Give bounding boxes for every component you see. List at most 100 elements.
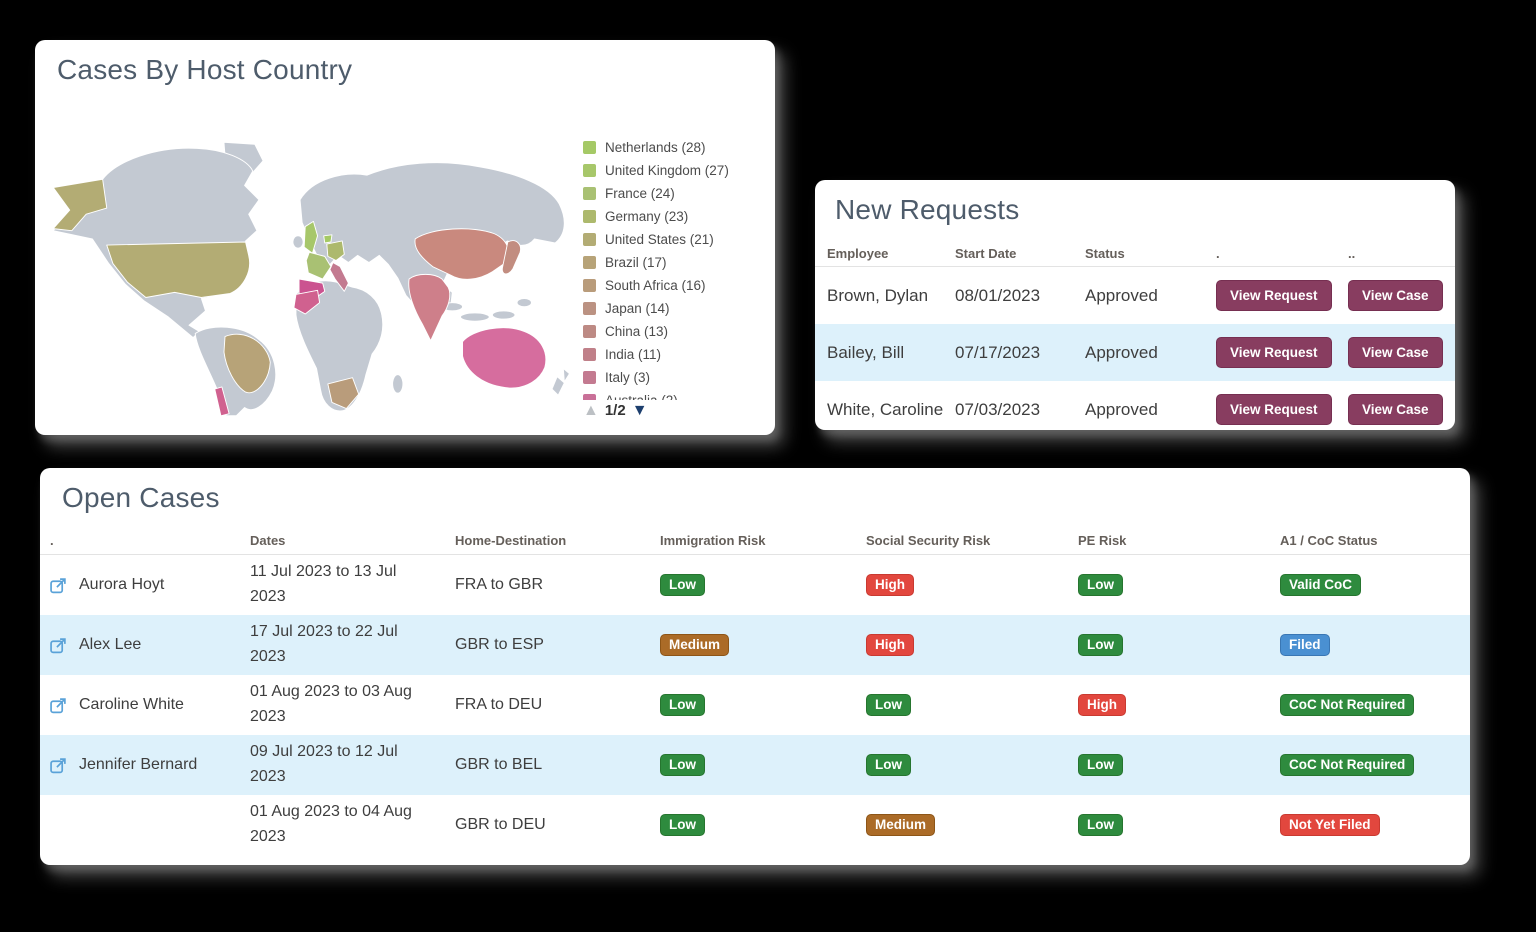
legend-item: France (24) (583, 182, 765, 205)
external-link-icon[interactable] (50, 577, 67, 594)
page-down-icon[interactable]: ▼ (632, 403, 648, 419)
social-security-risk-badge: Low (866, 694, 911, 716)
legend-label: Germany (23) (605, 209, 688, 224)
legend-swatch (583, 164, 596, 177)
status-text: Approved (1085, 343, 1216, 363)
map-country-india (409, 274, 450, 340)
social-security-risk-badge: High (866, 574, 914, 596)
open-cases-title: Open Cases (40, 468, 1470, 514)
map-region-newguinea (492, 311, 515, 319)
new-requests-title: New Requests (815, 180, 1455, 226)
column-header-employee: Employee (827, 246, 955, 261)
legend-swatch (583, 371, 596, 384)
case-name: Alex Lee (79, 636, 141, 654)
social-security-risk-badge: High (866, 634, 914, 656)
case-dates: 09 Jul 2023 to 12 Jul 2023 (250, 740, 428, 790)
legend-label: China (13) (605, 324, 668, 339)
table-row: 01 Aug 2023 to 04 Aug 2023 GBR to DEU Lo… (40, 795, 1470, 855)
open-cases-header-row: . Dates Home-Destination Immigration Ris… (40, 526, 1470, 555)
legend-item: Italy (3) (583, 366, 765, 389)
a1-coc-status-badge: Not Yet Filed (1280, 814, 1380, 836)
map-region-philippines (517, 299, 531, 307)
start-date: 07/17/2023 (955, 343, 1085, 363)
table-row: White, Caroline 07/03/2023 Approved View… (815, 381, 1455, 430)
immigration-risk-badge: Low (660, 694, 705, 716)
legend-label: Italy (3) (605, 370, 650, 385)
column-header-social-security-risk: Social Security Risk (866, 533, 1078, 548)
legend-label: United States (21) (605, 232, 714, 247)
legend-item: Japan (14) (583, 297, 765, 320)
legend-label: Netherlands (28) (605, 140, 706, 155)
start-date: 08/01/2023 (955, 286, 1085, 306)
view-case-button[interactable]: View Case (1348, 337, 1443, 368)
pe-risk-badge: Low (1078, 574, 1123, 596)
case-route: FRA to GBR (455, 576, 660, 594)
map-region-ireland (293, 236, 303, 248)
view-case-button[interactable]: View Case (1348, 394, 1443, 425)
legend-swatch (583, 325, 596, 338)
external-link-icon[interactable] (50, 757, 67, 774)
pe-risk-badge: Low (1078, 754, 1123, 776)
legend-swatch (583, 279, 596, 292)
case-dates: 01 Aug 2023 to 03 Aug 2023 (250, 680, 428, 730)
case-route: GBR to ESP (455, 636, 660, 654)
legend-label: Brazil (17) (605, 255, 667, 270)
immigration-risk-badge: Low (660, 754, 705, 776)
a1-coc-status-badge: Filed (1280, 634, 1330, 656)
table-row: Aurora Hoyt 11 Jul 2023 to 13 Jul 2023 F… (40, 555, 1470, 615)
legend-swatch (583, 187, 596, 200)
a1-coc-status-badge: CoC Not Required (1280, 754, 1414, 776)
legend-label: Japan (14) (605, 301, 670, 316)
legend-swatch (583, 141, 596, 154)
external-link-icon[interactable] (50, 637, 67, 654)
pe-risk-badge: Low (1078, 814, 1123, 836)
employee-name: White, Caroline (827, 400, 955, 420)
column-header-status: Status (1085, 246, 1216, 261)
legend-label: South Africa (16) (605, 278, 706, 293)
page-up-icon[interactable]: ▲ (583, 403, 599, 419)
legend-swatch (583, 394, 596, 400)
column-header-dates: Dates (250, 533, 455, 548)
view-request-button[interactable]: View Request (1216, 394, 1332, 425)
status-text: Approved (1085, 400, 1216, 420)
legend-item: India (11) (583, 343, 765, 366)
external-link-icon[interactable] (50, 697, 67, 714)
case-dates: 11 Jul 2023 to 13 Jul 2023 (250, 560, 428, 610)
map-country-united-states (107, 242, 250, 298)
immigration-risk-badge: Medium (660, 634, 729, 656)
view-case-button[interactable]: View Case (1348, 280, 1443, 311)
case-route: GBR to DEU (455, 816, 660, 834)
view-request-button[interactable]: View Request (1216, 280, 1332, 311)
case-route: FRA to DEU (455, 696, 660, 714)
legend-swatch (583, 302, 596, 315)
map-country-australia (463, 328, 546, 388)
table-row: Alex Lee 17 Jul 2023 to 22 Jul 2023 GBR … (40, 615, 1470, 675)
column-header-name: . (50, 533, 250, 548)
legend-swatch (583, 348, 596, 361)
immigration-risk-badge: Low (660, 814, 705, 836)
legend-label: United Kingdom (27) (605, 163, 729, 178)
map-legend: Netherlands (28) United Kingdom (27) Fra… (583, 136, 765, 400)
open-cases-panel: Open Cases . Dates Home-Destination Immi… (40, 468, 1470, 865)
legend-item: Australia (2) (583, 389, 765, 400)
case-route: GBR to BEL (455, 756, 660, 774)
table-row: Caroline White 01 Aug 2023 to 03 Aug 202… (40, 675, 1470, 735)
start-date: 07/03/2023 (955, 400, 1085, 420)
case-dates: 01 Aug 2023 to 04 Aug 2023 (250, 800, 428, 850)
table-row: Brown, Dylan 08/01/2023 Approved View Re… (815, 267, 1455, 324)
map-country-netherlands (324, 235, 332, 243)
table-row: Jennifer Bernard 09 Jul 2023 to 12 Jul 2… (40, 735, 1470, 795)
column-header-home-destination: Home-Destination (455, 533, 660, 548)
map-region-madagascar (393, 375, 403, 394)
column-header-view-case: .. (1348, 246, 1455, 261)
page-indicator: 1/2 (605, 402, 626, 419)
legend-item: United States (21) (583, 228, 765, 251)
world-map (43, 140, 588, 418)
column-header-immigration-risk: Immigration Risk (660, 533, 866, 548)
a1-coc-status-badge: CoC Not Required (1280, 694, 1414, 716)
case-dates: 17 Jul 2023 to 22 Jul 2023 (250, 620, 428, 670)
status-text: Approved (1085, 286, 1216, 306)
view-request-button[interactable]: View Request (1216, 337, 1332, 368)
new-requests-panel: New Requests Employee Start Date Status … (815, 180, 1455, 430)
legend-item: China (13) (583, 320, 765, 343)
